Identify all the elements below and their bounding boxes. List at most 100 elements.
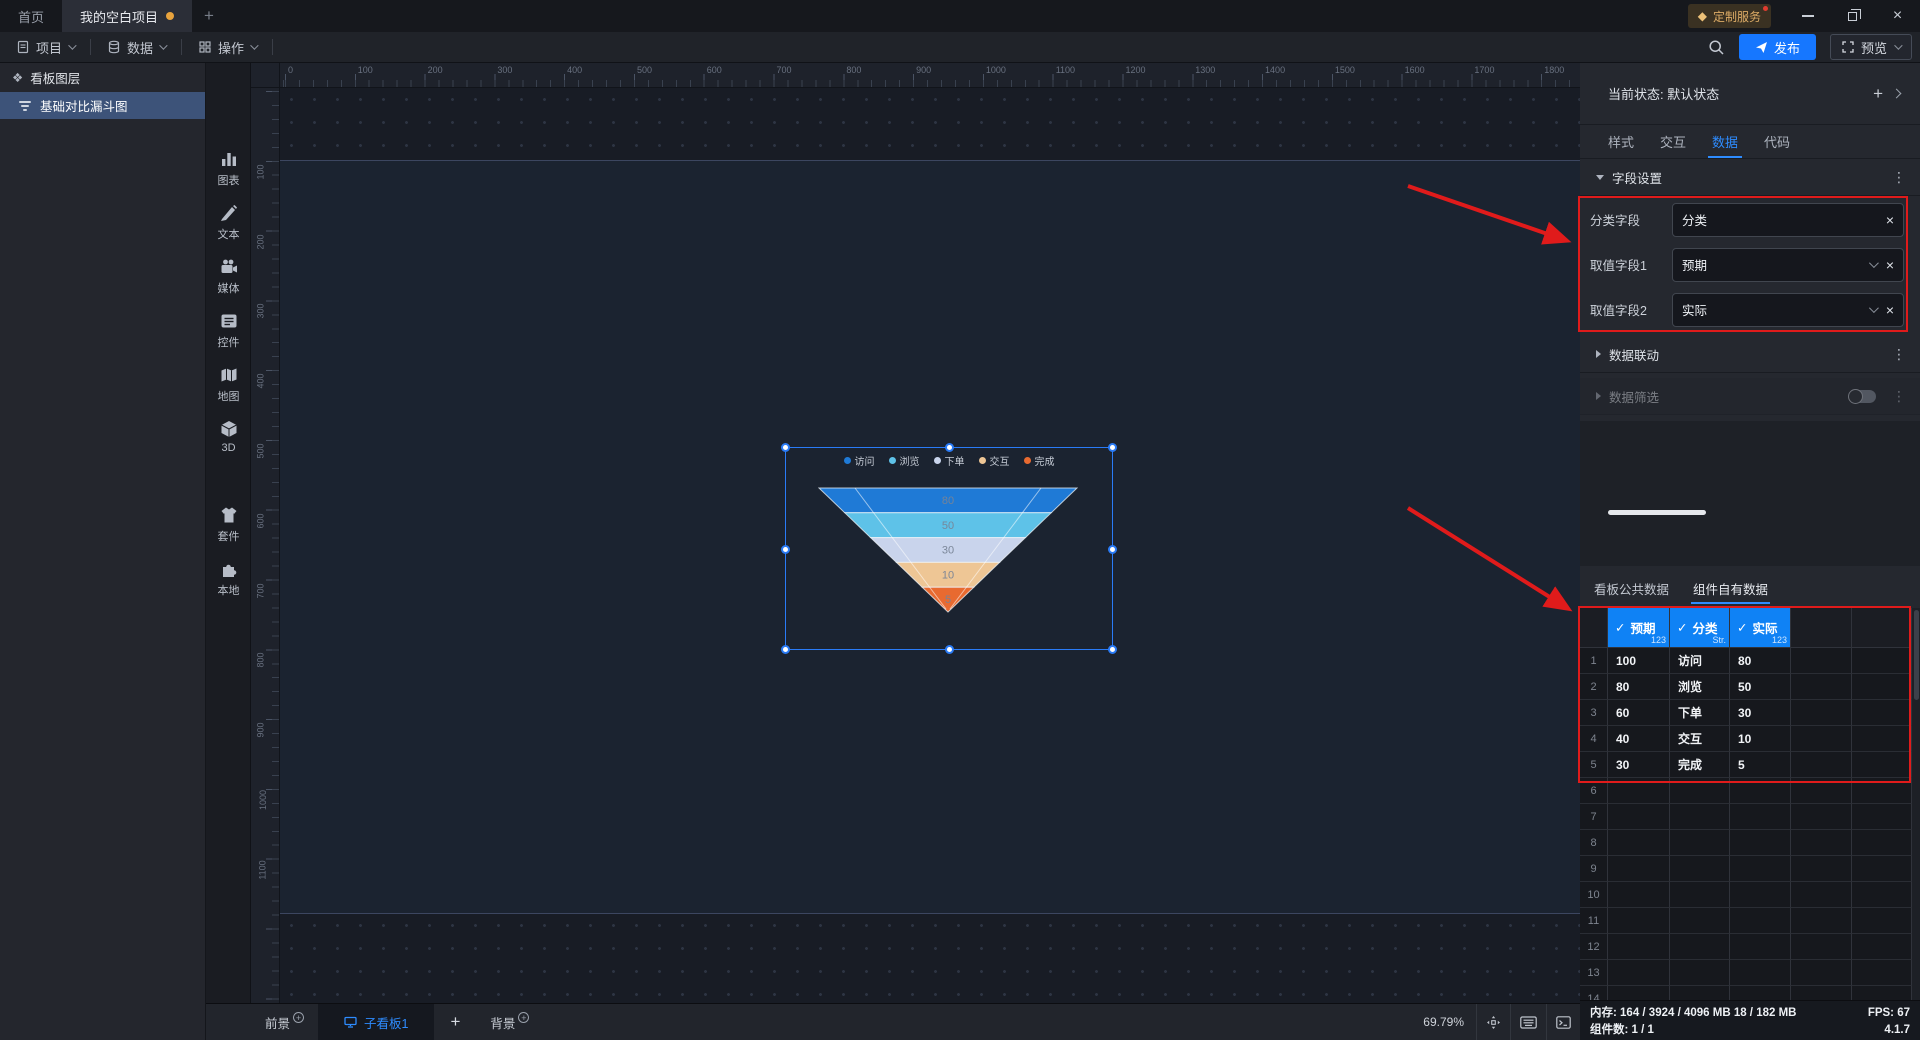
tab-data[interactable]: 数据 <box>1708 125 1743 158</box>
table-cell[interactable] <box>1791 726 1852 752</box>
table-horizontal-scrollbar[interactable] <box>1608 510 1706 515</box>
resize-handle-n[interactable] <box>945 443 954 452</box>
data-filter-toggle[interactable] <box>1848 388 1876 404</box>
resize-handle-ne[interactable] <box>1108 443 1117 452</box>
table-cell[interactable] <box>1608 778 1670 804</box>
table-cell[interactable] <box>1730 934 1791 960</box>
table-cell[interactable] <box>1608 830 1670 856</box>
foreground-button[interactable]: 前景 + <box>251 1004 318 1040</box>
tab-project[interactable]: 我的空白项目 <box>62 0 193 32</box>
table-cell[interactable]: 访问 <box>1670 648 1730 674</box>
kebab-menu-icon[interactable]: ⋮ <box>1892 346 1906 363</box>
table-cell[interactable] <box>1730 778 1791 804</box>
toolbox-item-3D[interactable]: 3D <box>206 419 251 454</box>
kebab-menu-icon[interactable]: ⋮ <box>1892 388 1906 405</box>
toolbox-item-图表[interactable]: 图表 <box>206 149 251 188</box>
publish-button[interactable]: 发布 <box>1738 34 1816 60</box>
add-background-icon[interactable]: + <box>518 1011 530 1023</box>
add-subboard-button[interactable]: + <box>434 1012 476 1032</box>
table-cell[interactable] <box>1852 726 1912 752</box>
table-cell[interactable] <box>1852 830 1912 856</box>
clear-icon[interactable]: × <box>1886 257 1894 273</box>
resize-handle-se[interactable] <box>1108 645 1117 654</box>
section-data-link[interactable]: 数据联动 ⋮ <box>1580 336 1920 373</box>
table-cell[interactable] <box>1791 700 1852 726</box>
clear-icon[interactable]: × <box>1886 212 1894 228</box>
table-cell[interactable]: 100 <box>1608 648 1670 674</box>
section-data-filter[interactable]: 数据筛选 ⋮ <box>1580 378 1920 415</box>
table-cell[interactable]: 10 <box>1730 726 1791 752</box>
value-field1-select[interactable]: 预期 × <box>1672 247 1904 282</box>
selection-box[interactable] <box>781 443 1117 654</box>
canvas[interactable]: 0 100 200 300 400 500 600 700 800 900 1000 1100 1200… <box>251 63 1580 1003</box>
table-cell[interactable] <box>1670 830 1730 856</box>
table-cell[interactable] <box>1852 908 1912 934</box>
table-cell[interactable] <box>1730 804 1791 830</box>
table-cell[interactable] <box>1670 986 1730 1000</box>
table-cell[interactable] <box>1670 856 1730 882</box>
chevron-down-icon[interactable] <box>1868 258 1879 269</box>
search-icon[interactable] <box>1708 39 1725 56</box>
zoom-level[interactable]: 69.79% <box>1411 1015 1476 1029</box>
console-button[interactable] <box>1546 1004 1580 1040</box>
table-cell[interactable] <box>1670 960 1730 986</box>
tab-home[interactable]: 首页 <box>0 0 62 32</box>
table-vertical-scrollbar[interactable] <box>1912 608 1920 1000</box>
table-cell[interactable] <box>1791 960 1852 986</box>
tab-interaction[interactable]: 交互 <box>1660 125 1686 158</box>
table-cell[interactable]: 完成 <box>1670 752 1730 778</box>
table-cell[interactable] <box>1791 752 1852 778</box>
chevron-right-icon[interactable] <box>1891 88 1902 99</box>
table-cell[interactable]: 60 <box>1608 700 1670 726</box>
toolbox-item-媒体[interactable]: 媒体 <box>206 257 251 296</box>
table-cell[interactable] <box>1670 908 1730 934</box>
table-cell[interactable] <box>1730 856 1791 882</box>
close-button[interactable]: × <box>1875 0 1920 32</box>
tab-code[interactable]: 代码 <box>1764 125 1790 158</box>
table-cell[interactable] <box>1791 882 1852 908</box>
table-cell[interactable] <box>1608 882 1670 908</box>
table-cell[interactable] <box>1730 908 1791 934</box>
table-cell[interactable]: 40 <box>1608 726 1670 752</box>
table-cell[interactable] <box>1608 856 1670 882</box>
minimize-button[interactable] <box>1785 0 1830 32</box>
table-cell[interactable] <box>1791 986 1852 1000</box>
table-cell[interactable] <box>1791 778 1852 804</box>
table-cell[interactable]: 浏览 <box>1670 674 1730 700</box>
table-cell[interactable] <box>1730 960 1791 986</box>
section-field-settings[interactable]: 字段设置 ⋮ <box>1580 159 1920 196</box>
table-cell[interactable] <box>1852 648 1912 674</box>
tab-component-own-data[interactable]: 组件自有数据 <box>1691 579 1771 608</box>
toolbox-item-地图[interactable]: 地图 <box>206 365 251 404</box>
kebab-menu-icon[interactable]: ⋮ <box>1892 169 1906 186</box>
resize-handle-w[interactable] <box>781 545 790 554</box>
table-cell[interactable] <box>1608 908 1670 934</box>
table-cell[interactable] <box>1852 960 1912 986</box>
resize-handle-nw[interactable] <box>781 443 790 452</box>
table-cell[interactable] <box>1852 882 1912 908</box>
table-cell[interactable] <box>1852 674 1912 700</box>
table-cell[interactable] <box>1791 934 1852 960</box>
table-cell[interactable] <box>1670 778 1730 804</box>
table-cell[interactable] <box>1852 778 1912 804</box>
table-cell[interactable] <box>1791 908 1852 934</box>
table-cell[interactable] <box>1608 986 1670 1000</box>
preview-button[interactable]: 预览 <box>1829 34 1912 60</box>
table-cell[interactable] <box>1730 830 1791 856</box>
column-header-分类[interactable]: ✓ 分类 Str. <box>1670 608 1730 648</box>
menu-actions[interactable]: 操作 <box>182 32 272 62</box>
table-cell[interactable] <box>1791 648 1852 674</box>
table-cell[interactable] <box>1791 674 1852 700</box>
table-cell[interactable]: 5 <box>1730 752 1791 778</box>
column-header-实际[interactable]: ✓ 实际 123 <box>1730 608 1791 648</box>
table-cell[interactable] <box>1608 934 1670 960</box>
table-cell[interactable]: 交互 <box>1670 726 1730 752</box>
toolbox-item-本地[interactable]: 本地 <box>206 559 251 598</box>
table-cell[interactable] <box>1730 882 1791 908</box>
table-cell[interactable]: 下单 <box>1670 700 1730 726</box>
category-field-input[interactable]: 分类 × <box>1672 202 1904 237</box>
maximize-button[interactable] <box>1830 0 1875 32</box>
table-cell[interactable] <box>1730 986 1791 1000</box>
subboard-tab[interactable]: 子看板1 <box>318 1004 435 1040</box>
table-cell[interactable] <box>1670 934 1730 960</box>
